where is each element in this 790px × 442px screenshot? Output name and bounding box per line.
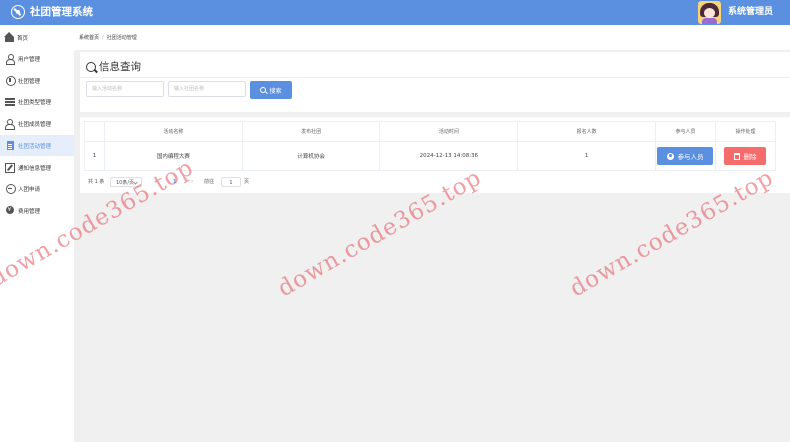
table-header-row: 活动名称 发布社团 活动时间 报名人数 参与人员 操作处理 <box>84 121 777 142</box>
column-header-participants: 参与人员 <box>655 121 716 142</box>
search-panel: 信息查询 输入活动名称 输入社团名称 搜索 <box>80 52 790 112</box>
sidebar-item-notices[interactable]: 通知信息管理 <box>0 157 74 178</box>
breadcrumb-separator: / <box>102 34 104 41</box>
sidebar-item-label: 通知信息管理 <box>18 165 52 172</box>
page-unit-label: 页 <box>244 179 250 185</box>
club-icon <box>5 76 16 86</box>
column-header-signups[interactable]: 报名人数 <box>517 121 656 142</box>
document-icon <box>5 141 15 150</box>
top-header: 社团管理系统 系统管理员 <box>0 0 790 25</box>
user-name[interactable]: 系统管理员 <box>728 6 773 19</box>
activity-name-input[interactable]: 输入活动名称 <box>86 81 164 97</box>
club-name-input[interactable]: 输入社团名称 <box>168 81 246 97</box>
search-button-label: 搜索 <box>269 87 282 95</box>
page-number-1[interactable]: 1 <box>173 177 176 187</box>
prev-page-button[interactable]: ‹ <box>155 177 157 187</box>
row-club: 计算机协会 <box>241 141 381 171</box>
row-index: 1 <box>84 141 105 171</box>
page-size-select[interactable]: 10条/页 <box>110 177 142 187</box>
search-icon <box>86 62 96 72</box>
goto-page-input[interactable]: 1 <box>221 177 241 187</box>
app-title: 社团管理系统 <box>30 6 93 18</box>
next-page-button[interactable]: › <box>191 177 193 187</box>
trash-icon <box>734 152 741 160</box>
sidebar-item-label: 入团申请 <box>18 186 41 193</box>
column-header-actions: 操作处理 <box>714 121 777 142</box>
sidebar-item-label: 社团类型管理 <box>18 99 52 106</box>
apply-icon <box>5 184 16 194</box>
table-row: 1 国内编程大赛 计算机协会 2024-12-13 14:08:36 1 参与人… <box>84 141 777 171</box>
members-icon <box>5 119 15 130</box>
activity-table: 活动名称 发布社团 活动时间 报名人数 参与人员 操作处理 1 国内编程大赛 计… <box>84 121 777 171</box>
sidebar-item-label: 费用管理 <box>18 208 41 215</box>
logo-icon <box>11 5 25 19</box>
row-signups: 1 <box>517 141 656 171</box>
delete-button[interactable]: 删除 <box>724 147 767 165</box>
breadcrumb-home[interactable]: 系统首页 <box>79 34 99 41</box>
user-avatar[interactable] <box>698 1 721 24</box>
sidebar-item-label: 社团活动管理 <box>18 143 52 150</box>
delete-button-label: 删除 <box>743 153 757 161</box>
list-icon <box>5 97 15 106</box>
sidebar-item-club-activities[interactable]: 社团活动管理 <box>0 135 74 156</box>
sidebar-item-club-types[interactable]: 社团类型管理 <box>0 91 74 112</box>
search-button[interactable]: 搜索 <box>250 81 292 99</box>
row-time: 2024-12-13 14:08:36 <box>379 141 519 171</box>
search-title-text: 信息查询 <box>99 61 141 73</box>
user-icon <box>5 54 15 65</box>
pagination-total: 共 1 条 <box>88 179 105 185</box>
breadcrumb: 系统首页 / 社团活动管理 <box>74 25 790 50</box>
edit-icon <box>5 163 15 173</box>
breadcrumb-current: 社团活动管理 <box>106 35 137 41</box>
column-header-club[interactable]: 发布社团 <box>241 121 381 142</box>
column-header-time[interactable]: 活动时间 <box>379 121 519 142</box>
sidebar-item-clubs[interactable]: 社团管理 <box>0 70 74 91</box>
column-header-activity-name[interactable]: 活动名称 <box>103 121 243 142</box>
sidebar-item-fees[interactable]: 费用管理 <box>0 200 74 221</box>
row-activity-name: 国内编程大赛 <box>103 141 243 171</box>
sidebar-item-users[interactable]: 用户管理 <box>0 48 74 69</box>
sidebar-item-label: 社团成员管理 <box>18 121 52 128</box>
divider <box>80 77 790 78</box>
people-icon <box>667 152 675 160</box>
participants-button[interactable]: 参与人员 <box>657 147 714 165</box>
sidebar-item-label: 首页 <box>17 35 29 42</box>
sidebar-item-label: 用户管理 <box>18 56 41 63</box>
search-title: 信息查询 <box>86 60 141 74</box>
money-icon <box>5 206 15 215</box>
goto-label: 前往 <box>204 179 215 185</box>
sidebar-item-applications[interactable]: 入团申请 <box>0 178 74 199</box>
column-header-index <box>84 121 105 142</box>
row-participants-cell: 参与人员 <box>655 141 716 171</box>
home-icon <box>4 32 14 42</box>
sidebar-item-label: 社团管理 <box>18 78 41 85</box>
participants-button-label: 参与人员 <box>677 153 704 161</box>
sidebar: 首页 用户管理 社团管理 社团类型管理 社团成员管理 社团活动管理 通知信息管理… <box>0 25 74 442</box>
sidebar-item-home[interactable]: 首页 <box>0 27 74 48</box>
activity-table-panel: 活动名称 发布社团 活动时间 报名人数 参与人员 操作处理 1 国内编程大赛 计… <box>80 117 790 193</box>
sidebar-item-club-members[interactable]: 社团成员管理 <box>0 113 74 134</box>
search-icon <box>260 87 267 93</box>
row-actions-cell: 删除 <box>714 141 777 171</box>
